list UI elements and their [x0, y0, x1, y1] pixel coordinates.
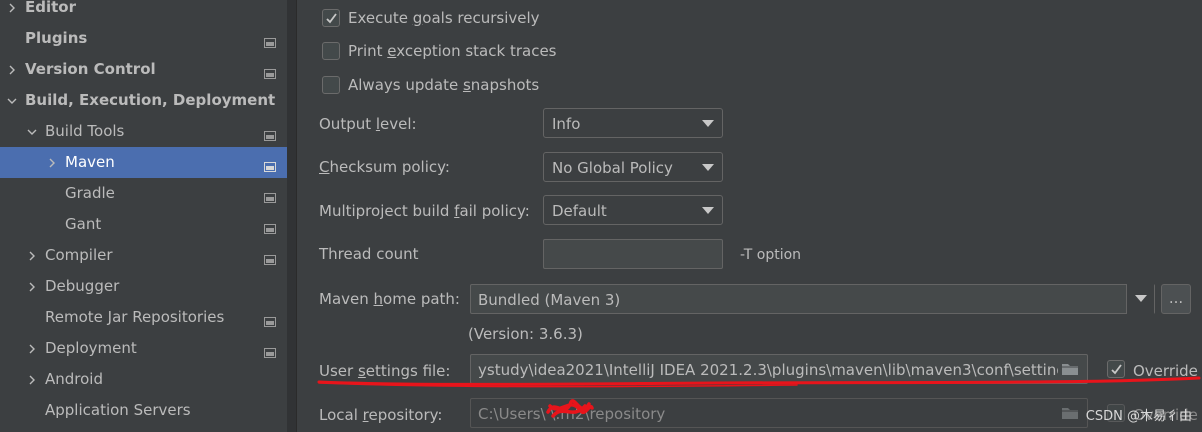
sidebar-item-gant[interactable]: Gant [0, 209, 297, 240]
watermark: CSDN @木易彳由 [1085, 409, 1192, 424]
sidebar-item-label: Debugger [45, 277, 120, 295]
project-settings-icon [264, 220, 276, 234]
sidebar-item-compiler[interactable]: Compiler [0, 240, 297, 271]
sidebar-item-version-control[interactable]: Version Control [0, 54, 297, 85]
sidebar-item-gradle[interactable]: Gradle [0, 178, 297, 209]
sidebar-item-label: Deployment [45, 339, 137, 357]
sidebar-item-deployment[interactable]: Deployment [0, 333, 297, 364]
sidebar-item-label: Gant [65, 215, 102, 233]
sidebar-item-build-tools[interactable]: Build Tools [0, 116, 297, 147]
sidebar-item-label: Compiler [45, 246, 113, 264]
sidebar-item-android[interactable]: Android [0, 364, 297, 395]
chevron-right-icon[interactable] [26, 281, 38, 293]
project-settings-icon [264, 344, 276, 358]
project-settings-icon [264, 158, 276, 172]
chevron-right-icon[interactable] [26, 250, 38, 262]
chevron-right-icon[interactable] [46, 157, 58, 169]
chevron-down-icon[interactable] [6, 95, 18, 107]
chevron-right-icon[interactable] [6, 2, 18, 14]
settings-tree: Editor Plugins Version Control Build, Execu… [0, 0, 297, 432]
sidebar-item-build-execution-deployment[interactable]: Build, Execution, Deployment [0, 85, 297, 116]
project-settings-icon [264, 65, 276, 79]
sidebar-item-label: Version Control [25, 60, 156, 78]
project-settings-icon [264, 127, 276, 141]
sidebar-item-label: Gradle [65, 184, 115, 202]
sidebar-item-label: Maven [65, 153, 115, 171]
sidebar-item-editor[interactable]: Editor [0, 0, 297, 23]
sidebar-item-application-servers[interactable]: Application Servers [0, 395, 297, 426]
sidebar-item-label: Remote Jar Repositories [45, 308, 225, 326]
sidebar-item-label: Build Tools [45, 122, 125, 140]
project-settings-icon [264, 251, 276, 265]
sidebar-item-label: Plugins [25, 29, 88, 47]
project-settings-icon [264, 313, 276, 327]
chevron-right-icon[interactable] [26, 343, 38, 355]
project-settings-icon [264, 34, 276, 48]
redaction-scribble [546, 399, 594, 418]
sidebar-item-label: Application Servers [45, 401, 191, 419]
red-underline-annotation [317, 376, 1201, 388]
sidebar-item-label: Android [45, 370, 103, 388]
maven-settings-panel: Execute goals recursively Print exceptio… [297, 0, 1202, 432]
sidebar-item-remote-jar-repositories[interactable]: Remote Jar Repositories [0, 302, 297, 333]
chevron-down-icon[interactable] [26, 126, 38, 138]
sidebar-item-debugger[interactable]: Debugger [0, 271, 297, 302]
chevron-right-icon[interactable] [6, 64, 18, 76]
sidebar-item-label: Build, Execution, Deployment [25, 91, 276, 109]
chevron-right-icon[interactable] [26, 374, 38, 386]
project-settings-icon [264, 189, 276, 203]
sidebar-item-label: Editor [25, 0, 76, 16]
sidebar-item-maven[interactable]: Maven [0, 147, 297, 178]
sidebar-item-plugins[interactable]: Plugins [0, 23, 297, 54]
